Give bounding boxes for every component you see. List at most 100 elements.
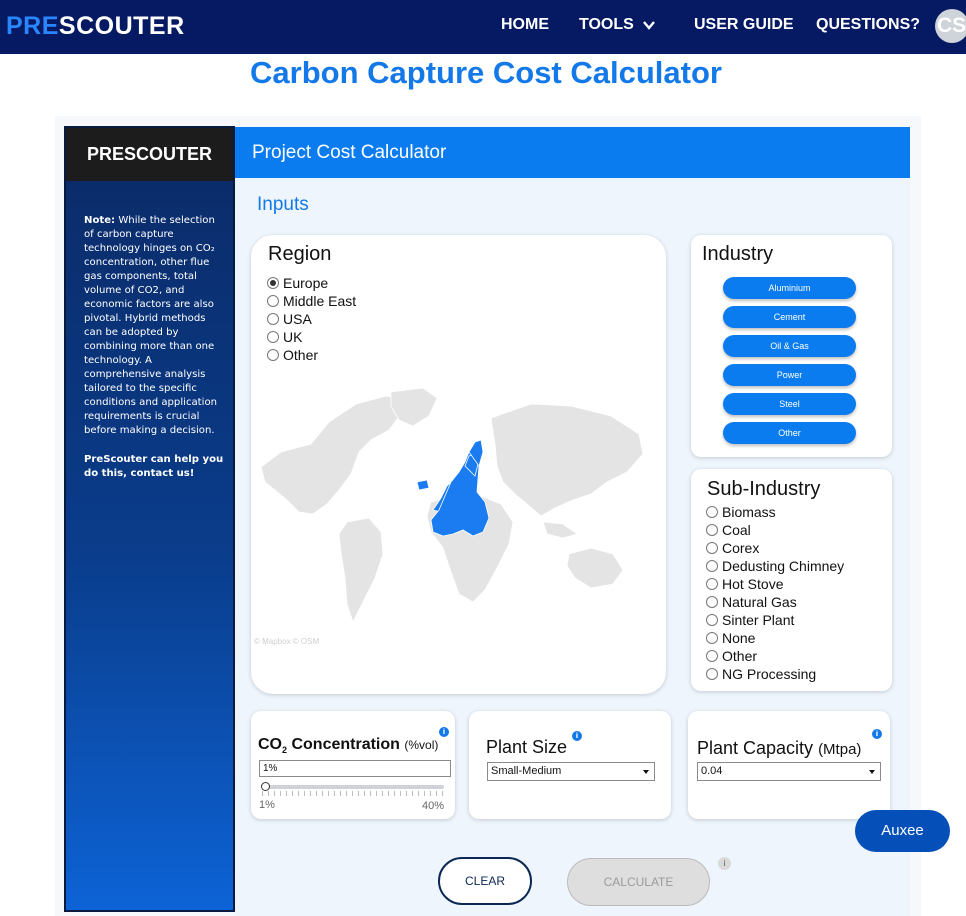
radio-label: Biomass: [722, 504, 776, 520]
indonesia-shape: [542, 521, 578, 539]
region-option-other[interactable]: Other: [267, 347, 318, 363]
calculate-button[interactable]: CALCULATE: [567, 858, 710, 906]
radio-label: Natural Gas: [722, 594, 797, 610]
info-icon[interactable]: i: [439, 727, 449, 737]
plant-size-title: Plant Size: [486, 737, 568, 757]
calculator-header: Project Cost Calculator: [235, 127, 910, 178]
region-option-europe[interactable]: Europe: [267, 275, 328, 291]
prescouter-logo[interactable]: PRESCOUTER: [6, 12, 185, 41]
nav-home[interactable]: HOME: [501, 16, 549, 34]
nav-questions[interactable]: QUESTIONS?: [816, 16, 920, 34]
radio[interactable]: [706, 524, 718, 536]
plant-size-select[interactable]: Small-Medium: [487, 762, 655, 781]
radio-label: Sinter Plant: [722, 612, 795, 628]
sub-industry-biomass[interactable]: Biomass: [706, 504, 776, 520]
radio-label: Other: [722, 648, 758, 664]
radio-label: Dedusting Chimney: [722, 558, 845, 574]
nav-tools[interactable]: TOOLS: [579, 16, 634, 34]
sub-industry-other[interactable]: Other: [706, 648, 757, 664]
auxee-assistant-button[interactable]: Auxee: [855, 810, 950, 852]
region-option-middle-east[interactable]: Middle East: [267, 293, 356, 309]
radio[interactable]: [706, 614, 718, 626]
industry-oil-gas-button[interactable]: Oil & Gas: [723, 335, 856, 357]
sidebar-brand: PRESCOUTER: [66, 128, 233, 181]
co2-slider-track[interactable]: [262, 785, 444, 789]
sub-industry-title: Sub-Industry: [707, 478, 821, 500]
nav-user-guide[interactable]: USER GUIDE: [694, 16, 794, 34]
industry-power-button[interactable]: Power: [723, 364, 856, 386]
radio[interactable]: [706, 506, 718, 518]
industry-steel-button[interactable]: Steel: [723, 393, 856, 415]
slider-ticks: [262, 791, 444, 796]
map-credit: © Mapbox © OSM: [254, 637, 320, 646]
region-option-usa[interactable]: USA: [267, 311, 312, 327]
radio[interactable]: [706, 560, 718, 572]
radio-label: USA: [283, 311, 312, 327]
radio[interactable]: [706, 668, 718, 680]
industry-aluminium-button[interactable]: Aluminium: [723, 277, 856, 299]
note-label: Note:: [84, 215, 116, 226]
radio-label: Coal: [722, 522, 751, 538]
australia-shape: [566, 547, 624, 589]
contact-cta[interactable]: PreScouter can help you do this, contact…: [84, 453, 224, 481]
slider-min-label: 1%: [259, 799, 275, 811]
region-option-uk[interactable]: UK: [267, 329, 302, 345]
radio-label: Other: [283, 347, 319, 363]
clear-button[interactable]: CLEAR: [438, 857, 532, 905]
radio[interactable]: [706, 650, 718, 662]
sub-industry-dedusting-chimney[interactable]: Dedusting Chimney: [706, 558, 844, 574]
radio-label: Middle East: [283, 293, 357, 309]
sub-industry-coal[interactable]: Coal: [706, 522, 751, 538]
radio[interactable]: [706, 632, 718, 644]
radio-checked[interactable]: [267, 277, 279, 289]
industry-cement-button[interactable]: Cement: [723, 306, 856, 328]
chevron-down-icon[interactable]: [641, 17, 657, 33]
radio[interactable]: [267, 295, 279, 307]
select-value: 0.04: [701, 765, 723, 777]
top-navbar: PRESCOUTER HOME TOOLS USER GUIDE QUESTIO…: [0, 0, 966, 54]
radio-label: NG Processing: [722, 666, 817, 682]
region-title: Region: [268, 243, 332, 265]
radio[interactable]: [267, 313, 279, 325]
sidebar-note: Note: While the selection of carbon capt…: [84, 214, 220, 438]
south-america-shape: [338, 517, 384, 624]
industry-other-button[interactable]: Other: [723, 422, 856, 444]
info-icon[interactable]: i: [718, 857, 731, 870]
inputs-heading: Inputs: [257, 194, 309, 215]
note-text: While the selection of carbon capture te…: [84, 215, 218, 436]
dropdown-arrow-icon: [869, 770, 875, 774]
sub-industry-hot-stove[interactable]: Hot Stove: [706, 576, 783, 592]
slider-max-label: 40%: [422, 800, 445, 812]
radio-label: Hot Stove: [722, 576, 784, 592]
dropdown-arrow-icon: [643, 770, 649, 774]
sub-industry-corex[interactable]: Corex: [706, 540, 759, 556]
info-icon[interactable]: i: [572, 731, 582, 741]
co2-concentration-input[interactable]: 1%: [259, 760, 451, 777]
north-america-shape: [260, 395, 412, 515]
sub-industry-sinter-plant[interactable]: Sinter Plant: [706, 612, 794, 628]
radio[interactable]: [706, 542, 718, 554]
plant-capacity-select[interactable]: 0.04: [697, 762, 881, 781]
radio[interactable]: [706, 578, 718, 590]
sidebar: PRESCOUTER Note: While the selection of …: [64, 126, 235, 912]
user-avatar[interactable]: CS: [935, 9, 966, 43]
radio[interactable]: [267, 349, 279, 361]
europe-highlight: [416, 439, 490, 537]
radio-label: None: [722, 630, 756, 646]
sub-industry-ng-processing[interactable]: NG Processing: [706, 666, 816, 682]
radio[interactable]: [267, 331, 279, 343]
co2-title: CO2 Concentration (%vol): [258, 736, 439, 756]
greenland-shape: [390, 387, 438, 427]
radio[interactable]: [706, 596, 718, 608]
select-value: Small-Medium: [491, 765, 562, 777]
page-title: Carbon Capture Cost Calculator: [250, 55, 722, 90]
world-map[interactable]: [251, 382, 651, 652]
info-icon[interactable]: i: [872, 729, 882, 739]
sub-industry-natural-gas[interactable]: Natural Gas: [706, 594, 797, 610]
radio-label: Europe: [283, 275, 329, 291]
radio-label: UK: [283, 329, 303, 345]
plant-capacity-title: Plant Capacity (Mtpa): [697, 738, 862, 758]
sub-industry-none[interactable]: None: [706, 630, 755, 646]
co2-slider-thumb[interactable]: [261, 782, 270, 791]
radio-label: Corex: [722, 540, 760, 556]
